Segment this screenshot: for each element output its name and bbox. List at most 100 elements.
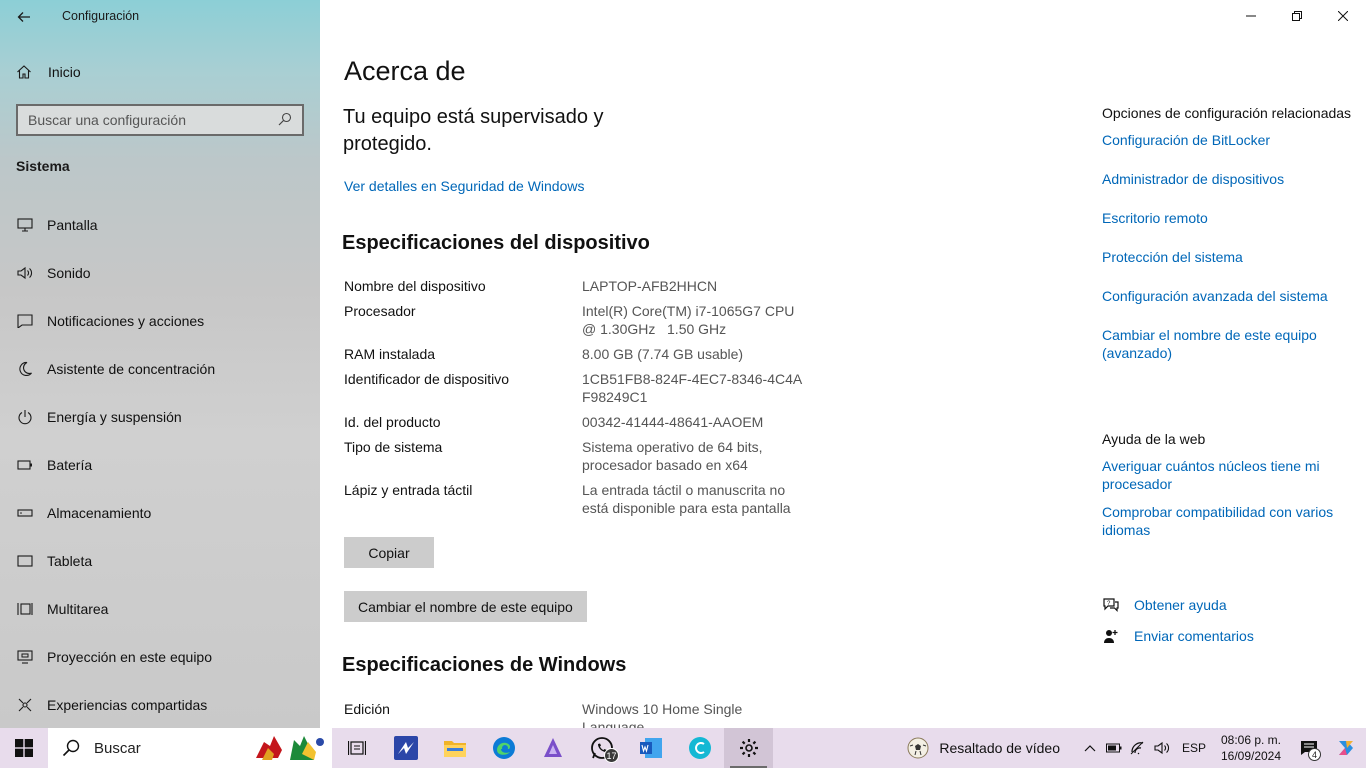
- minimize-button[interactable]: [1228, 0, 1274, 32]
- sidebar-item-multitarea[interactable]: Multitarea: [0, 585, 320, 633]
- app-icon: [393, 736, 418, 760]
- system-protection-link[interactable]: Protección del sistema: [1102, 248, 1352, 266]
- video-highlight-widget[interactable]: Resaltado de vídeo: [907, 737, 1060, 759]
- sidebar-item-sonido[interactable]: Sonido: [0, 249, 320, 297]
- spec-row: Edición Windows 10 Home Single Language: [344, 700, 824, 728]
- notification-center-button[interactable]: 4: [1292, 728, 1326, 768]
- copy-button[interactable]: Copiar: [344, 537, 434, 568]
- power-icon: [16, 408, 34, 426]
- sidebar-item-almacenamiento[interactable]: Almacenamiento: [0, 489, 320, 537]
- edge-button[interactable]: [479, 728, 528, 768]
- taskbar-app-blue[interactable]: [381, 728, 430, 768]
- network-tray-button[interactable]: [1126, 728, 1150, 768]
- wifi-icon: [1130, 741, 1144, 755]
- spec-row: Lápiz y entrada táctil La entrada táctil …: [344, 481, 824, 517]
- spec-row: Tipo de sistema Sistema operativo de 64 b…: [344, 438, 824, 474]
- projection-icon: [16, 648, 34, 666]
- sidebar-item-home[interactable]: Inicio: [16, 64, 81, 80]
- file-explorer-button[interactable]: [430, 728, 479, 768]
- task-view-button[interactable]: [332, 728, 381, 768]
- spec-value: 00342-41444-48641-AAOEM: [582, 414, 764, 430]
- tablet-icon: [16, 552, 34, 570]
- device-manager-link[interactable]: Administrador de dispositivos: [1102, 170, 1352, 188]
- language-compat-link[interactable]: Comprobar compatibilidad con varios idio…: [1102, 503, 1352, 539]
- close-icon: [1338, 11, 1348, 21]
- remote-desktop-link[interactable]: Escritorio remoto: [1102, 209, 1352, 227]
- task-view-icon: [347, 741, 366, 755]
- whatsapp-badge: 17: [604, 748, 619, 763]
- rename-pc-advanced-link[interactable]: Cambiar el nombre de este equipo (avanza…: [1102, 326, 1352, 362]
- clock[interactable]: 08:06 p. m. 16/09/2024: [1216, 732, 1286, 764]
- spec-value: LAPTOP-AFB2HHCN: [582, 278, 718, 294]
- home-label: Inicio: [48, 64, 81, 80]
- bitlocker-link[interactable]: Configuración de BitLocker: [1102, 131, 1352, 149]
- sidebar-item-bateria[interactable]: Batería: [0, 441, 320, 489]
- restore-icon: [1292, 11, 1302, 21]
- spec-value: 8.00 GB (7.74 GB usable): [582, 346, 744, 362]
- battery-icon: [16, 456, 34, 474]
- taskbar-app-purple[interactable]: [528, 728, 577, 768]
- language-indicator[interactable]: ESP: [1182, 741, 1206, 755]
- whatsapp-button[interactable]: 17: [577, 728, 626, 768]
- notification-count: 4: [1308, 748, 1321, 761]
- spec-row: Nombre del dispositivo LAPTOP-AFB2HHCN: [344, 277, 824, 295]
- sidebar-item-energia[interactable]: Energía y suspensión: [0, 393, 320, 441]
- spec-label: Tipo de sistema: [344, 439, 443, 455]
- minimize-icon: [1246, 15, 1256, 17]
- window-controls: [1228, 0, 1366, 32]
- security-details-link[interactable]: Ver detalles en Seguridad de Windows: [344, 178, 584, 194]
- sidebar-item-pantalla[interactable]: Pantalla: [0, 201, 320, 249]
- sound-icon: [16, 264, 34, 282]
- sidebar-item-label: Almacenamiento: [47, 505, 152, 521]
- section-title: Sistema: [16, 158, 70, 174]
- back-arrow-icon: [17, 12, 30, 22]
- settings-search-box[interactable]: [16, 104, 304, 136]
- sidebar-item-label: Experiencias compartidas: [47, 697, 208, 713]
- close-button[interactable]: [1320, 0, 1366, 32]
- advanced-system-settings-link[interactable]: Configuración avanzada del sistema: [1102, 287, 1352, 305]
- sidebar-item-label: Sonido: [47, 265, 91, 281]
- sidebar-item-tableta[interactable]: Tableta: [0, 537, 320, 585]
- sidebar-item-notificaciones[interactable]: Notificaciones y acciones: [0, 297, 320, 345]
- spec-row: Procesador Intel(R) Core(TM) i7-1065G7 CP…: [344, 302, 824, 338]
- spec-label: Procesador: [344, 303, 416, 319]
- feedback-row[interactable]: Enviar comentarios: [1102, 626, 1254, 646]
- back-button[interactable]: [10, 6, 38, 28]
- show-hidden-icons-button[interactable]: [1078, 728, 1102, 768]
- search-icon[interactable]: [278, 112, 294, 128]
- canva-icon: [688, 737, 711, 759]
- windows-logo-icon: [15, 739, 33, 757]
- word-button[interactable]: [626, 728, 675, 768]
- restore-button[interactable]: [1274, 0, 1320, 32]
- widget-label: Resaltado de vídeo: [939, 740, 1060, 756]
- search-icon: [62, 739, 80, 757]
- settings-search-input[interactable]: [28, 112, 278, 128]
- sidebar-item-label: Tableta: [47, 553, 93, 569]
- start-button[interactable]: [0, 728, 48, 768]
- related-settings-heading: Opciones de configuración relacionadas: [1102, 105, 1352, 121]
- spec-value: Intel(R) Core(TM) i7-1065G7 CPU @ 1.30GH…: [582, 303, 799, 337]
- battery-tray-button[interactable]: [1102, 728, 1126, 768]
- spec-label: Nombre del dispositivo: [344, 278, 486, 294]
- canva-button[interactable]: [675, 728, 724, 768]
- storage-icon: [16, 504, 34, 522]
- taskbar-search-box[interactable]: Buscar: [48, 728, 332, 768]
- sidebar: Configuración Inicio Sistema Pantalla So…: [0, 0, 320, 728]
- sidebar-item-experiencias[interactable]: Experiencias compartidas: [0, 681, 320, 728]
- send-feedback-link[interactable]: Enviar comentarios: [1134, 628, 1254, 644]
- rename-pc-button[interactable]: Cambiar el nombre de este equipo: [344, 591, 587, 622]
- shared-icon: [16, 696, 34, 714]
- spec-label: Edición: [344, 701, 390, 717]
- sidebar-item-concentracion[interactable]: Asistente de concentración: [0, 345, 320, 393]
- get-help-row[interactable]: ? Obtener ayuda: [1102, 595, 1254, 615]
- device-specs-heading: Especificaciones del dispositivo: [342, 232, 650, 254]
- settings-taskbar-button[interactable]: [724, 728, 773, 768]
- get-help-link[interactable]: Obtener ayuda: [1134, 597, 1227, 613]
- copilot-button[interactable]: [1326, 728, 1366, 768]
- spec-value: La entrada táctil o manuscrita no está d…: [582, 482, 791, 516]
- edge-icon: [492, 737, 515, 759]
- sidebar-item-proyeccion[interactable]: Proyección en este equipo: [0, 633, 320, 681]
- volume-tray-button[interactable]: [1150, 728, 1174, 768]
- processor-cores-link[interactable]: Averiguar cuántos núcleos tiene mi proce…: [1102, 457, 1352, 493]
- feedback-icon: [1102, 627, 1120, 645]
